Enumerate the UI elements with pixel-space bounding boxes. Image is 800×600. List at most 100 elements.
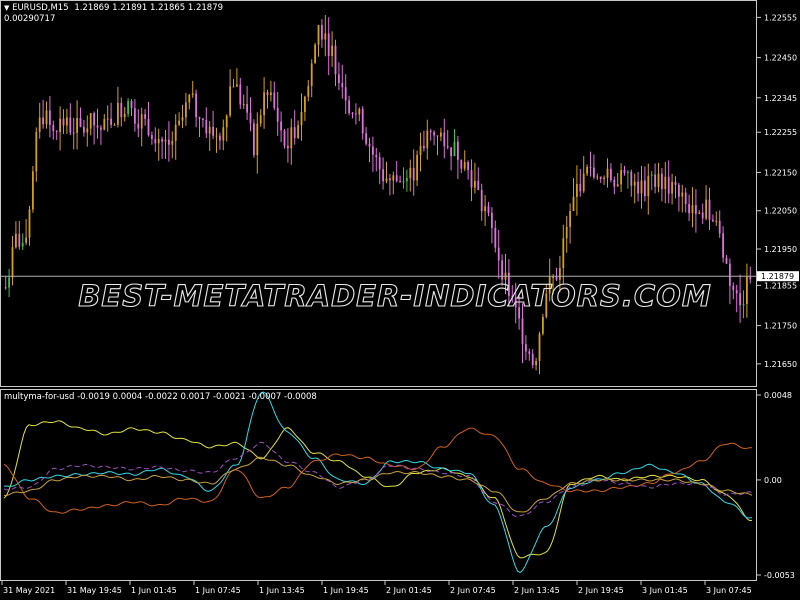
candle-body bbox=[739, 293, 741, 306]
candle-body bbox=[718, 220, 721, 234]
candle-body bbox=[382, 169, 384, 182]
candle-body bbox=[171, 140, 174, 145]
candle-body bbox=[222, 127, 225, 141]
candle-body bbox=[310, 63, 313, 86]
candle-body bbox=[664, 176, 667, 190]
candle-body bbox=[351, 113, 354, 115]
candle-body bbox=[174, 124, 177, 141]
candle-body bbox=[49, 110, 51, 125]
candle-body bbox=[474, 180, 476, 188]
time-tick-label: 31 May 2021 bbox=[3, 586, 55, 595]
price-axis: 1.22555 1.22450 1.22345 1.22255 1.22150 1.220… bbox=[757, 13, 799, 369]
time-tick-label: 2 Jun 01:45 bbox=[386, 586, 432, 595]
candle-body bbox=[688, 204, 690, 214]
candle-body bbox=[290, 127, 293, 149]
price-tick-label: 1.21855 bbox=[764, 281, 797, 290]
candle-body bbox=[361, 108, 364, 134]
candle-body bbox=[667, 176, 670, 194]
candle-body bbox=[18, 233, 21, 247]
candle-body bbox=[582, 173, 585, 192]
candle-body bbox=[263, 92, 265, 116]
candle-body bbox=[623, 169, 626, 173]
candle-body bbox=[501, 260, 503, 280]
candle-body bbox=[586, 166, 588, 174]
candle-body bbox=[460, 159, 463, 169]
candle-body bbox=[69, 117, 72, 133]
candle-body bbox=[242, 104, 245, 106]
candle-body bbox=[385, 178, 388, 182]
candle-body bbox=[440, 132, 442, 137]
candle-body bbox=[287, 145, 289, 149]
candle-body bbox=[103, 119, 106, 130]
candle-body bbox=[283, 130, 286, 146]
candle-body bbox=[491, 212, 493, 228]
symbol-header: ▼ EURUSD,M15 1.21869 1.21891 1.21865 1.2… bbox=[4, 3, 223, 13]
candle-body bbox=[593, 167, 595, 178]
candle-body bbox=[358, 108, 361, 115]
candle-body bbox=[225, 115, 228, 128]
indicator-axis: 0.0048 0.00 -0.0053 bbox=[757, 391, 795, 580]
price-tick-label: 1.21750 bbox=[764, 322, 797, 331]
candle-body bbox=[450, 147, 452, 157]
candle-body bbox=[168, 139, 170, 145]
candle-body bbox=[722, 233, 724, 258]
candle-body bbox=[195, 93, 197, 118]
candle-body bbox=[484, 206, 486, 212]
candle-body bbox=[589, 166, 592, 168]
candle-body bbox=[671, 181, 673, 194]
candle-body bbox=[198, 117, 201, 119]
candle-body bbox=[147, 118, 150, 136]
watermark: BEST-METATRADER-INDICATORS.COM bbox=[78, 278, 711, 313]
candle-body bbox=[161, 139, 163, 142]
price-tick-label: 1.22345 bbox=[764, 94, 797, 103]
candle-body bbox=[654, 174, 656, 187]
indicator-lines bbox=[3, 391, 753, 574]
candle-body bbox=[467, 162, 469, 171]
time-tick-label: 1 Jun 19:45 bbox=[323, 586, 369, 595]
candle-body bbox=[300, 112, 303, 126]
candle-body bbox=[732, 285, 735, 291]
candle-body bbox=[21, 242, 24, 247]
candle-body bbox=[480, 189, 483, 212]
candle-body bbox=[276, 107, 279, 122]
price-tick-label: 1.22450 bbox=[764, 54, 797, 63]
chart-canvas: BEST-METATRADER-INDICATORS.COM 1.22555 1.… bbox=[0, 13, 799, 595]
candle-body bbox=[83, 126, 85, 133]
candle-body bbox=[93, 113, 95, 126]
candle-body bbox=[72, 132, 75, 134]
candle-body bbox=[416, 154, 418, 181]
candle-body bbox=[640, 180, 643, 194]
candle-body bbox=[38, 117, 41, 132]
candle-body bbox=[559, 268, 561, 280]
candle-body bbox=[140, 114, 143, 129]
candle-body bbox=[368, 143, 371, 147]
candle-body bbox=[399, 181, 401, 183]
candle-body bbox=[62, 118, 65, 126]
candle-body bbox=[562, 238, 565, 269]
candle-body bbox=[130, 100, 133, 109]
candle-body bbox=[433, 132, 435, 136]
candle-body bbox=[137, 123, 140, 129]
triangle-down-icon[interactable]: ▼ bbox=[4, 4, 9, 12]
candle-body bbox=[525, 344, 527, 352]
candle-body bbox=[215, 135, 218, 137]
candle-body bbox=[76, 118, 78, 133]
candle-body bbox=[453, 141, 456, 157]
candle-body bbox=[729, 263, 731, 286]
price-tick-label: 1.22555 bbox=[764, 13, 797, 22]
ohlc-values: 1.21869 1.21891 1.21865 1.21879 bbox=[74, 3, 224, 13]
candle-body bbox=[100, 127, 102, 130]
candle-body bbox=[572, 196, 575, 211]
candle-body bbox=[55, 131, 58, 133]
candle-body bbox=[355, 113, 357, 115]
candle-body bbox=[749, 276, 752, 280]
watermark-text: BEST-METATRADER-INDICATORS.COM bbox=[78, 279, 711, 313]
candle-body bbox=[542, 316, 544, 334]
candle-body bbox=[32, 171, 34, 210]
candle-body bbox=[620, 169, 622, 185]
candle-body bbox=[436, 135, 439, 137]
candle-body bbox=[521, 318, 524, 345]
indicator-label: multyma-for-usd -0.0019 0.0004 -0.0022 0… bbox=[4, 392, 317, 402]
candle-body bbox=[246, 104, 248, 113]
candle-body bbox=[392, 175, 395, 181]
